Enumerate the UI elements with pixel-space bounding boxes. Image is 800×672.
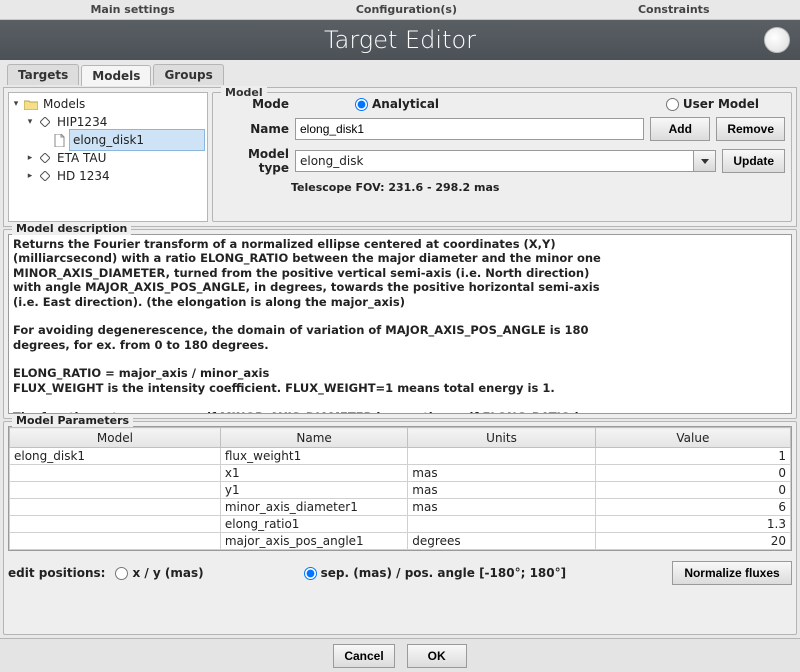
page-title: Target Editor: [324, 26, 476, 54]
mode-user-radio[interactable]: User Model: [666, 97, 759, 111]
model-parameters-legend: Model Parameters: [12, 414, 133, 427]
dialog-buttons: Cancel OK: [0, 638, 800, 672]
name-label: Name: [219, 122, 289, 136]
table-row[interactable]: elong_ratio11.3: [10, 516, 791, 533]
model-description-panel: Model description Returns the Fourier tr…: [3, 229, 797, 419]
crumb-main[interactable]: Main settings: [78, 3, 186, 16]
mode-label: Mode: [219, 97, 289, 111]
edit-positions-label: edit positions:: [8, 566, 105, 580]
diamond-icon: [38, 169, 52, 183]
table-row[interactable]: elong_disk1flux_weight11: [10, 448, 791, 465]
parameters-table[interactable]: Model Name Units Value elong_disk1flux_w…: [9, 427, 791, 550]
cancel-button[interactable]: Cancel: [333, 644, 394, 668]
model-type-select[interactable]: elong_disk: [295, 150, 716, 172]
diamond-icon: [38, 151, 52, 165]
table-row[interactable]: minor_axis_diameter1mas6: [10, 499, 791, 516]
tree-node-eta-tau[interactable]: ETA TAU: [55, 151, 108, 165]
ok-button[interactable]: OK: [407, 644, 467, 668]
table-row[interactable]: major_axis_pos_angle1degrees20: [10, 533, 791, 550]
breadcrumb: Main settings Configuration(s) Constrain…: [0, 0, 800, 20]
folder-icon: [24, 97, 38, 111]
table-row[interactable]: x1mas0: [10, 465, 791, 482]
tree-toggle-icon[interactable]: ▾: [11, 99, 21, 109]
crumb-config[interactable]: Configuration(s): [344, 3, 469, 16]
edit-sep-radio[interactable]: sep. (mas) / pos. angle [-180°; 180°]: [304, 566, 566, 580]
table-row[interactable]: y1mas0: [10, 482, 791, 499]
tree-node-elong-disk1[interactable]: elong_disk1: [69, 129, 205, 151]
tabbar: Targets Models Groups: [3, 63, 797, 85]
chevron-down-icon[interactable]: [693, 151, 715, 171]
model-description-legend: Model description: [12, 222, 131, 235]
tab-targets[interactable]: Targets: [7, 64, 79, 85]
tree-toggle-icon[interactable]: ▾: [25, 117, 35, 127]
col-units[interactable]: Units: [408, 428, 595, 448]
model-tree[interactable]: ▾ Models ▾ HIP1234: [8, 92, 208, 222]
col-value[interactable]: Value: [595, 428, 790, 448]
remove-button[interactable]: Remove: [716, 117, 785, 141]
model-type-label: Model type: [219, 147, 289, 175]
edit-xy-radio[interactable]: x / y (mas): [115, 566, 203, 580]
tree-node-hd1234[interactable]: HD 1234: [55, 169, 112, 183]
col-model[interactable]: Model: [10, 428, 221, 448]
model-description-text[interactable]: Returns the Fourier transform of a norma…: [8, 234, 792, 414]
name-field[interactable]: [295, 118, 644, 140]
model-panel: Model Mode Analytical User Model Na: [212, 92, 792, 222]
update-button[interactable]: Update: [722, 149, 785, 173]
col-name[interactable]: Name: [220, 428, 407, 448]
titlebar: Target Editor: [0, 20, 800, 60]
document-icon: [52, 133, 66, 147]
tree-node-hip1234[interactable]: HIP1234: [55, 115, 109, 129]
mode-analytical-radio[interactable]: Analytical: [355, 97, 439, 111]
model-parameters-panel: Model Parameters Model Name Units Value …: [3, 421, 797, 635]
telescope-fov: Telescope FOV: 231.6 - 298.2 mas: [219, 181, 785, 194]
tab-models[interactable]: Models: [81, 65, 151, 86]
normalize-fluxes-button[interactable]: Normalize fluxes: [672, 561, 792, 585]
tab-groups[interactable]: Groups: [153, 64, 223, 85]
tree-toggle-icon[interactable]: ▸: [25, 171, 35, 181]
busy-indicator: [764, 27, 790, 53]
model-legend: Model: [221, 86, 267, 99]
diamond-icon: [38, 115, 52, 129]
crumb-constraints[interactable]: Constraints: [626, 3, 722, 16]
tree-root[interactable]: Models: [41, 97, 87, 111]
add-button[interactable]: Add: [650, 117, 710, 141]
tree-toggle-icon[interactable]: ▸: [25, 153, 35, 163]
